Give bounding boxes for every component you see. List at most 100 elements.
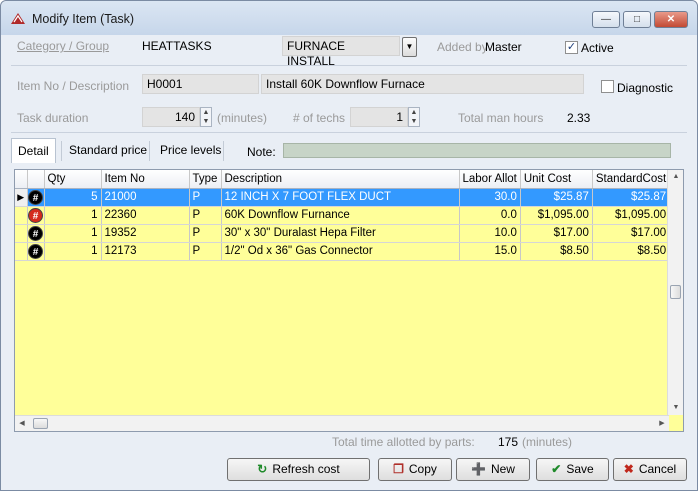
item-no-cell[interactable]: 19352 (101, 224, 190, 243)
new-icon: ➕ (471, 462, 486, 476)
labor-allot-cell[interactable]: 15.0 (459, 242, 521, 261)
standard-cost-cell[interactable]: $8.50 (592, 242, 671, 261)
close-button[interactable]: ✕ (654, 11, 688, 28)
description-value: Install 60K Downflow Furnace (266, 77, 425, 91)
refresh-cost-button[interactable]: ↻ Refresh cost (227, 458, 370, 481)
table-row[interactable]: # 1 22360 P 60K Downflow Furnance 0.0 $1… (15, 206, 671, 225)
unit-cost-cell[interactable]: $8.50 (520, 242, 593, 261)
item-no-field: H0001 (142, 74, 259, 94)
save-button[interactable]: ✔ Save (536, 458, 609, 481)
unit-cost-cell[interactable]: $17.00 (520, 224, 593, 243)
maximize-button[interactable]: □ (623, 11, 651, 28)
unit-cost-cell[interactable]: $25.87 (520, 188, 593, 207)
new-button[interactable]: ➕ New (456, 458, 530, 481)
title-bar[interactable]: Modify Item (Task) — □ ✕ (1, 1, 697, 35)
part-badge-icon: # (28, 207, 43, 223)
maximize-icon: □ (633, 14, 641, 25)
description-cell[interactable]: 60K Downflow Furnance (221, 206, 460, 225)
description-cell[interactable]: 30" x 30" Duralast Hepa Filter (221, 224, 460, 243)
divider (11, 132, 687, 133)
tab-standard-price[interactable]: Standard price (63, 138, 153, 163)
vertical-scroll-thumb[interactable] (670, 285, 681, 299)
column-header-description[interactable]: Description (221, 170, 460, 189)
standard-cost-cell[interactable]: $17.00 (592, 224, 671, 243)
note-label: Note: (247, 145, 276, 159)
copy-icon: ❐ (393, 462, 404, 476)
group-value: FURNACE INSTALL (287, 39, 346, 68)
tab-separator (223, 141, 224, 161)
man-hours-label: Total man hours (458, 111, 544, 125)
description-cell[interactable]: 1/2" Od x 36" Gas Connector (221, 242, 460, 261)
item-no-cell[interactable]: 22360 (101, 206, 190, 225)
checkmark-icon: ✓ (566, 41, 577, 53)
items-table: Qty Item No Type Description Labor Allot… (15, 170, 671, 261)
part-hash-icon: # (27, 242, 45, 261)
table-row[interactable]: # 1 12173 P 1/2" Od x 36" Gas Connector … (15, 242, 671, 261)
task-duration-label: Task duration (17, 111, 89, 125)
type-cell[interactable]: P (189, 224, 222, 243)
tab-price-levels[interactable]: Price levels (154, 138, 227, 163)
horizontal-scroll-thumb[interactable] (33, 418, 48, 429)
minutes-label: (minutes) (217, 111, 268, 125)
standard-cost-cell[interactable]: $25.87 (592, 188, 671, 207)
column-header-type[interactable]: Type (189, 170, 222, 189)
horizontal-scrollbar[interactable]: ◀ ▶ (15, 415, 669, 431)
item-no-cell[interactable]: 21000 (101, 188, 190, 207)
diagnostic-checkbox[interactable] (601, 80, 614, 93)
column-header-standard-cost[interactable]: StandardCost (592, 170, 671, 189)
app-icon (11, 13, 25, 24)
type-cell[interactable]: P (189, 188, 222, 207)
labor-allot-cell[interactable]: 0.0 (459, 206, 521, 225)
cancel-button[interactable]: ✖ Cancel (613, 458, 687, 481)
total-time-value: 175 (498, 435, 519, 449)
techs-spinner[interactable]: ▲ ▼ (408, 107, 420, 127)
column-header-unit-cost[interactable]: Unit Cost (520, 170, 593, 189)
type-cell[interactable]: P (189, 206, 222, 225)
standard-cost-cell[interactable]: $1,095.00 (592, 206, 671, 225)
item-description-label: Item No / Description (17, 79, 130, 93)
type-cell[interactable]: P (189, 242, 222, 261)
scroll-right-icon[interactable]: ▶ (655, 416, 669, 431)
spin-down-icon: ▼ (202, 118, 210, 125)
qty-cell[interactable]: 1 (44, 242, 102, 261)
labor-allot-cell[interactable]: 10.0 (459, 224, 521, 243)
scroll-left-icon[interactable]: ◀ (15, 416, 29, 431)
refresh-icon: ↻ (257, 462, 268, 476)
techs-field[interactable]: 1 (350, 107, 408, 127)
tab-standard-price-label: Standard price (69, 143, 148, 157)
description-cell[interactable]: 12 INCH X 7 FOOT FLEX DUCT (221, 188, 460, 207)
group-dropdown-button[interactable]: ▼ (402, 37, 417, 57)
item-no-cell[interactable]: 12173 (101, 242, 190, 261)
labor-allot-cell[interactable]: 30.0 (459, 188, 521, 207)
note-field[interactable] (283, 143, 671, 158)
qty-cell[interactable]: 1 (44, 206, 102, 225)
diagnostic-label: Diagnostic (617, 81, 674, 95)
active-checkbox[interactable]: ✓ (565, 41, 578, 54)
scroll-down-icon[interactable]: ▼ (668, 401, 683, 415)
spin-up-icon: ▲ (410, 109, 418, 116)
scroll-up-icon[interactable]: ▲ (668, 170, 683, 184)
window-title: Modify Item (Task) (32, 12, 135, 26)
qty-cell[interactable]: 5 (44, 188, 102, 207)
table-row[interactable]: ▶ # 5 21000 P 12 INCH X 7 FOOT FLEX DUCT… (15, 188, 671, 207)
vertical-scrollbar[interactable]: ▲ ▼ (667, 170, 683, 415)
table-row[interactable]: # 1 19352 P 30" x 30" Duralast Hepa Filt… (15, 224, 671, 243)
copy-button[interactable]: ❐ Copy (378, 458, 452, 481)
total-time-label: Total time allotted by parts: (332, 435, 475, 449)
column-header-qty[interactable]: Qty (44, 170, 102, 189)
minimize-button[interactable]: — (592, 11, 620, 28)
column-header-labor-allot[interactable]: Labor Allot (459, 170, 521, 189)
icon-header (27, 170, 45, 189)
tab-detail[interactable]: Detail (11, 138, 56, 163)
task-duration-spinner[interactable]: ▲ ▼ (200, 107, 212, 127)
row-indicator-header (15, 170, 28, 189)
qty-cell[interactable]: 1 (44, 224, 102, 243)
part-hash-icon: # (27, 206, 45, 225)
modify-item-window: Modify Item (Task) — □ ✕ Category / Grou… (0, 0, 698, 491)
task-duration-field[interactable]: 140 (142, 107, 200, 127)
column-header-item-no[interactable]: Item No (101, 170, 190, 189)
part-badge-icon: # (28, 243, 43, 259)
close-icon: ✕ (666, 14, 676, 25)
unit-cost-cell[interactable]: $1,095.00 (520, 206, 593, 225)
man-hours-value: 2.33 (567, 111, 591, 125)
